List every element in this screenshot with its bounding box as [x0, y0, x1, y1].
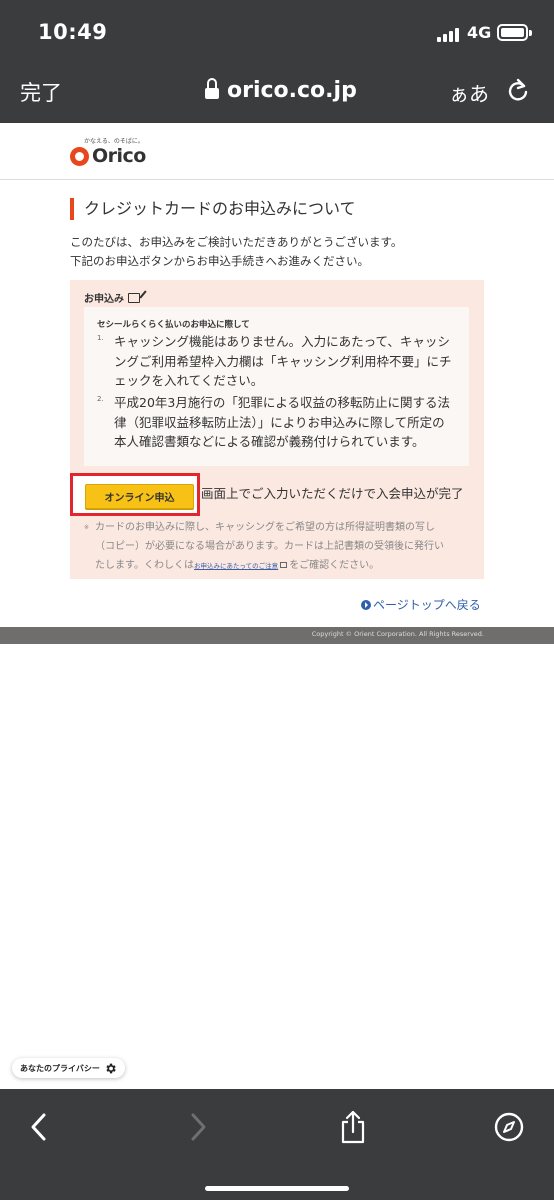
notice-line: ングご利用希望枠入力欄は「キャッシング利用枠不要」にチ — [114, 353, 452, 369]
signal-icon — [437, 26, 463, 42]
footnote-line: カードのお申込みに際し、キャッシングをご希望の方は所得証明書類の写し — [95, 522, 435, 533]
footnote-line-3: たします。くわしくはお申込みにあたってのご注意 をご確認ください。 — [95, 556, 444, 576]
pen-icon — [128, 292, 140, 303]
online-apply-button[interactable]: オンライン申込 — [85, 484, 194, 509]
application-panel: お申込み セシールらくらく払いのお申込に際して 1. キャッシング機能はありませ… — [70, 280, 484, 579]
compass-icon — [494, 1112, 524, 1142]
notice-box: セシールらくらく払いのお申込に際して 1. キャッシング機能はありません。入力に… — [84, 307, 469, 466]
address-bar[interactable]: orico.co.jp — [205, 76, 357, 104]
notice-number: 2. — [97, 395, 104, 403]
apply-title: お申込み — [84, 290, 140, 305]
caution-link[interactable]: お申込みにあたってのご注意 — [194, 562, 278, 570]
notice-line: 平成20年3月施行の「犯罪による収益の移転防止に関する法 — [114, 395, 450, 410]
intro-line: 下記のお申込ボタンからお申込手続きへお進みください。 — [70, 254, 369, 268]
forward-button[interactable] — [178, 1107, 218, 1147]
url-text: orico.co.jp — [227, 77, 357, 103]
external-link-icon — [280, 562, 288, 568]
site-header: かなえる、のそばに。 Orico — [0, 123, 554, 180]
forward-icon — [191, 1113, 206, 1141]
privacy-button[interactable]: あなたのプライバシー — [12, 1058, 125, 1078]
back-button[interactable] — [19, 1107, 59, 1147]
page-title: クレジットカードのお申込みについて — [70, 198, 356, 220]
notice-title: セシールらくらく払いのお申込に際して — [97, 320, 250, 330]
button-highlight-frame: オンライン申込 — [70, 473, 200, 516]
footnote-text: たします。くわしくは — [95, 560, 194, 571]
apply-title-label: お申込み — [84, 294, 124, 305]
notice-line: ェックを入れてください。 — [114, 373, 264, 388]
back-icon — [31, 1113, 46, 1141]
done-button[interactable]: 完了 — [20, 77, 62, 107]
privacy-label: あなたのプライバシー — [20, 1063, 100, 1073]
page-top-label: ページトップへ戻る — [373, 598, 481, 612]
button-description: 画面上でご入力いただくだけで入会申込が完了 — [201, 486, 464, 501]
page-top-link[interactable]: ページトップへ戻る — [361, 596, 481, 613]
bookmarks-button[interactable] — [489, 1107, 529, 1147]
browser-bottom-toolbar — [0, 1089, 554, 1200]
browser-top-bar: 10:49 4G 完了 orico.co.jp ぁあ — [0, 0, 554, 123]
notice-line: 律（犯罪収益移転防止法）」によりお申込みに際して所定の — [114, 414, 445, 430]
status-time: 10:49 — [38, 20, 108, 44]
intro-text: このたびは、お申込みをご検討いただきありがとうございます。 下記のお申込ボタンか… — [70, 233, 402, 271]
share-button[interactable] — [333, 1107, 373, 1147]
intro-line: このたびは、お申込みをご検討いただきありがとうございます。 — [70, 235, 403, 249]
logo-tagline: かなえる、のそばに。 — [84, 138, 144, 145]
logo-text: Orico — [92, 145, 146, 167]
share-icon — [341, 1110, 365, 1144]
footnote-mark: ※ — [84, 524, 90, 531]
home-indicator — [205, 1186, 349, 1191]
notice-line: キャッシング機能はありません。入力にあたって、キャッシ — [114, 334, 450, 349]
battery-icon — [497, 24, 532, 41]
lock-icon — [205, 78, 219, 100]
orico-mark-icon — [70, 147, 89, 166]
page-top-icon — [361, 599, 371, 610]
copyright: Copyright © Orient Corporation. All Righ… — [311, 630, 484, 638]
footnote-text: をご確認ください。 — [289, 560, 380, 571]
notice-number: 1. — [97, 334, 104, 342]
footnote-line: （コピー）が必要になる場合があります。カードは上記書類の受領後に発行い — [95, 541, 444, 552]
gear-icon — [106, 1063, 116, 1073]
site-footer: Copyright © Orient Corporation. All Righ… — [0, 627, 554, 644]
reload-icon[interactable] — [505, 78, 531, 104]
text-size-button[interactable]: ぁあ — [449, 78, 489, 107]
network-type: 4G — [467, 23, 492, 42]
notice-line: 本人確認書類などによる確認が義務付けられています。 — [114, 434, 425, 449]
